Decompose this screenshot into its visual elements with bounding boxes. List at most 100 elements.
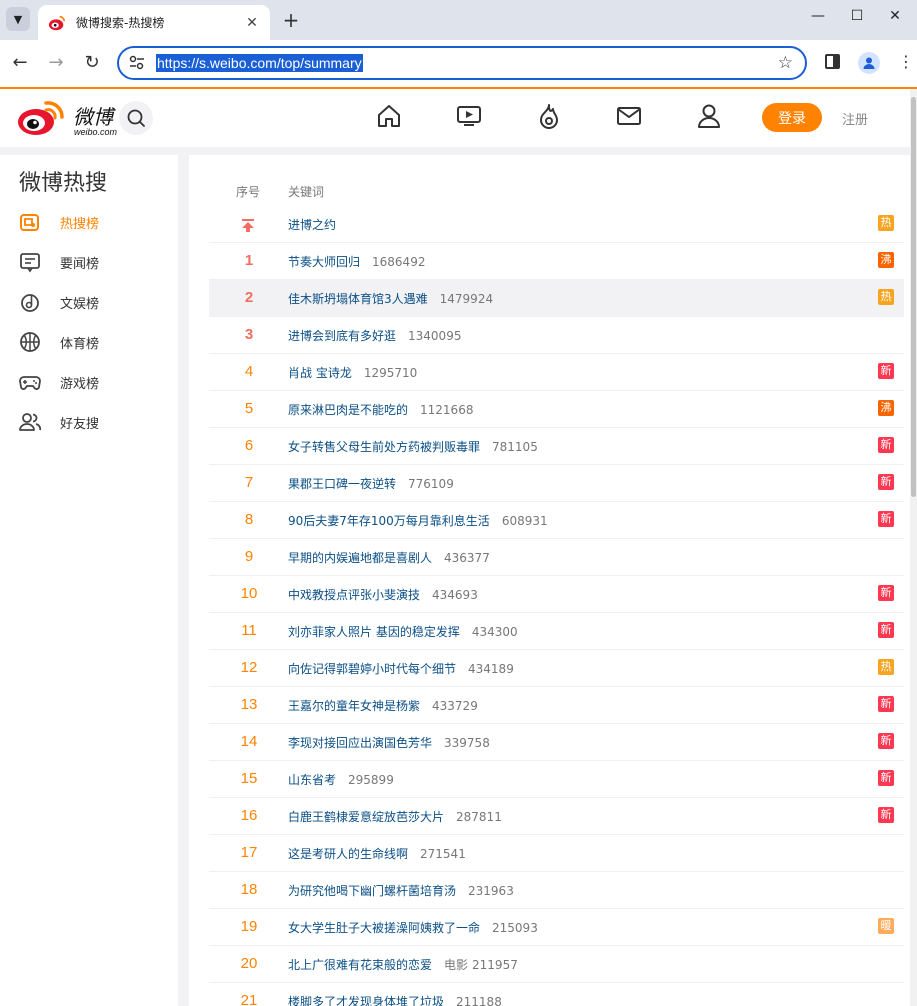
new-tab-button[interactable]: + bbox=[281, 8, 301, 32]
search-count: 211188 bbox=[456, 995, 502, 1006]
keyword-link[interactable]: 刘亦菲家人照片 基因的稳定发挥 bbox=[288, 625, 460, 639]
keyword-link[interactable]: 北上广很难有花束般的恋爱 bbox=[288, 958, 432, 972]
close-icon[interactable]: ✕ bbox=[244, 15, 260, 31]
bookmark-star-icon[interactable]: ☆ bbox=[778, 53, 793, 73]
keyword-cell: 早期的内娱遍地都是喜剧人 436377 bbox=[288, 549, 490, 566]
table-row[interactable]: 进博之约 热 bbox=[209, 206, 904, 243]
user-icon[interactable] bbox=[696, 103, 722, 129]
table-row[interactable]: 5 原来淋巴肉是不能吃的 1121668 沸 bbox=[209, 391, 904, 428]
keyword-cell: 肖战 宝诗龙 1295710 bbox=[288, 364, 417, 381]
rank-number: 6 bbox=[244, 437, 254, 454]
weibo-logo[interactable]: 微博 weibo.com bbox=[16, 97, 117, 139]
more-menu-icon[interactable]: ⋮ bbox=[898, 52, 914, 71]
maximize-icon[interactable]: ☐ bbox=[847, 8, 867, 24]
register-link[interactable]: 注册 bbox=[842, 109, 868, 128]
keyword-link[interactable]: 90后夫妻7年存100万每月靠利息生活 bbox=[288, 514, 490, 528]
keyword-link[interactable]: 李现对接回应出演国色芳华 bbox=[288, 736, 432, 750]
address-bar[interactable]: https://s.weibo.com/top/summary ☆ bbox=[117, 46, 807, 80]
keyword-link[interactable]: 肖战 宝诗龙 bbox=[288, 366, 352, 380]
keyword-cell: 进博会到底有多好逛 1340095 bbox=[288, 327, 461, 344]
keyword-link[interactable]: 原来淋巴肉是不能吃的 bbox=[288, 403, 408, 417]
keyword-link[interactable]: 楼脚多了才发现身体堆了垃圾 bbox=[288, 995, 444, 1006]
browser-tab[interactable]: 微博搜索-热搜榜 ✕ bbox=[38, 5, 270, 40]
page-scrollbar[interactable] bbox=[910, 89, 917, 1006]
table-row[interactable]: 20 北上广很难有花束般的恋爱 电影 211957 bbox=[209, 946, 904, 983]
rank-number: 12 bbox=[240, 659, 258, 676]
table-row[interactable]: 16 白鹿王鹤棣爱意绽放芭莎大片 287811 新 bbox=[209, 798, 904, 835]
keyword-link[interactable]: 向佐记得郭碧婷小时代每个细节 bbox=[288, 662, 456, 676]
search-count: 211957 bbox=[472, 958, 518, 972]
keyword-cell: 女子转售父母生前处方药被判贩毒罪 781105 bbox=[288, 438, 538, 455]
url-text[interactable]: https://s.weibo.com/top/summary bbox=[156, 54, 363, 72]
search-button[interactable] bbox=[119, 101, 153, 135]
keyword-cell: 向佐记得郭碧婷小时代每个细节 434189 bbox=[288, 660, 514, 677]
rank-number: 19 bbox=[240, 918, 258, 935]
sidebar-item-hot-search[interactable]: 热搜榜 bbox=[18, 208, 168, 236]
search-count: 1121668 bbox=[420, 403, 474, 417]
reload-icon[interactable]: ↻ bbox=[81, 52, 103, 73]
keyword-link[interactable]: 山东省考 bbox=[288, 773, 336, 787]
status-badge: 新 bbox=[878, 696, 894, 712]
keyword-cell: 李现对接回应出演国色芳华 339758 bbox=[288, 734, 490, 751]
table-row[interactable]: 14 李现对接回应出演国色芳华 339758 新 bbox=[209, 724, 904, 761]
keyword-link[interactable]: 果郡王口碑一夜逆转 bbox=[288, 477, 396, 491]
rank-number: 17 bbox=[240, 844, 258, 861]
table-row[interactable]: 12 向佐记得郭碧婷小时代每个细节 434189 热 bbox=[209, 650, 904, 687]
minimize-icon[interactable]: — bbox=[808, 8, 828, 24]
table-row[interactable]: 13 王嘉尔的童年女神是杨紫 433729 新 bbox=[209, 687, 904, 724]
tab-search-button[interactable]: ▼ bbox=[6, 7, 30, 31]
search-count: 1686492 bbox=[372, 255, 426, 269]
table-row[interactable]: 18 为研究他喝下幽门螺杆菌培育汤 231963 bbox=[209, 872, 904, 909]
status-badge: 新 bbox=[878, 585, 894, 601]
message-icon[interactable] bbox=[616, 103, 642, 129]
table-row[interactable]: 17 这是考研人的生命线啊 271541 bbox=[209, 835, 904, 872]
sidebar-item-news[interactable]: 要闻榜 bbox=[18, 248, 168, 276]
table-row[interactable]: 6 女子转售父母生前处方药被判贩毒罪 781105 新 bbox=[209, 428, 904, 465]
keyword-cell: 节奏大师回归 1686492 bbox=[288, 253, 425, 270]
sidebar-item-entertainment[interactable]: 文娱榜 bbox=[18, 288, 168, 316]
friends-icon bbox=[19, 413, 42, 431]
profile-avatar-icon[interactable] bbox=[858, 52, 880, 74]
keyword-link[interactable]: 佳木斯坍塌体育馆3人遇难 bbox=[288, 292, 428, 306]
search-count: 271541 bbox=[420, 847, 466, 861]
window-close-icon[interactable]: ✕ bbox=[885, 8, 905, 24]
table-row[interactable]: 10 中戏教授点评张小斐演技 434693 新 bbox=[209, 576, 904, 613]
table-row[interactable]: 4 肖战 宝诗龙 1295710 新 bbox=[209, 354, 904, 391]
sidebar-item-label: 热搜榜 bbox=[60, 216, 100, 232]
site-settings-icon[interactable] bbox=[128, 55, 146, 71]
video-icon[interactable] bbox=[456, 103, 482, 129]
keyword-link[interactable]: 白鹿王鹤棣爱意绽放芭莎大片 bbox=[288, 810, 444, 824]
sidebar-item-games[interactable]: 游戏榜 bbox=[18, 368, 168, 396]
table-row[interactable]: 19 女大学生肚子大被搓澡阿姨救了一命 215093 暖 bbox=[209, 909, 904, 946]
table-row[interactable]: 15 山东省考 295899 新 bbox=[209, 761, 904, 798]
keyword-link[interactable]: 这是考研人的生命线啊 bbox=[288, 847, 408, 861]
keyword-link[interactable]: 早期的内娱遍地都是喜剧人 bbox=[288, 551, 432, 565]
keyword-link[interactable]: 进博会到底有多好逛 bbox=[288, 329, 396, 343]
table-row[interactable]: 8 90后夫妻7年存100万每月靠利息生活 608931 新 bbox=[209, 502, 904, 539]
forward-arrow-icon[interactable]: → bbox=[45, 52, 67, 73]
keyword-link[interactable]: 女子转售父母生前处方药被判贩毒罪 bbox=[288, 440, 480, 454]
sidebar-item-friends[interactable]: 好友搜 bbox=[18, 408, 168, 436]
table-row[interactable]: 7 果郡王口碑一夜逆转 776109 新 bbox=[209, 465, 904, 502]
side-panel-icon[interactable] bbox=[825, 54, 840, 69]
keyword-link[interactable]: 进博之约 bbox=[288, 218, 336, 232]
back-arrow-icon[interactable]: ← bbox=[9, 52, 31, 73]
sidebar-item-sports[interactable]: 体育榜 bbox=[18, 328, 168, 356]
keyword-link[interactable]: 节奏大师回归 bbox=[288, 255, 360, 269]
scrollbar-thumb[interactable] bbox=[911, 97, 916, 497]
table-row[interactable]: 21 楼脚多了才发现身体堆了垃圾 211188 bbox=[209, 983, 904, 1006]
home-icon[interactable] bbox=[376, 103, 402, 129]
search-count: 1340095 bbox=[408, 329, 462, 343]
hot-flame-icon[interactable] bbox=[536, 103, 562, 129]
keyword-link[interactable]: 中戏教授点评张小斐演技 bbox=[288, 588, 420, 602]
table-row[interactable]: 11 刘亦菲家人照片 基因的稳定发挥 434300 新 bbox=[209, 613, 904, 650]
keyword-link[interactable]: 为研究他喝下幽门螺杆菌培育汤 bbox=[288, 884, 456, 898]
sidebar-item-label: 游戏榜 bbox=[60, 376, 100, 392]
login-button[interactable]: 登录 bbox=[762, 103, 822, 132]
table-row[interactable]: 9 早期的内娱遍地都是喜剧人 436377 bbox=[209, 539, 904, 576]
keyword-link[interactable]: 王嘉尔的童年女神是杨紫 bbox=[288, 699, 420, 713]
table-row[interactable]: 3 进博会到底有多好逛 1340095 bbox=[209, 317, 904, 354]
table-row[interactable]: 2 佳木斯坍塌体育馆3人遇难 1479924 热 bbox=[209, 280, 904, 317]
table-row[interactable]: 1 节奏大师回归 1686492 沸 bbox=[209, 243, 904, 280]
keyword-link[interactable]: 女大学生肚子大被搓澡阿姨救了一命 bbox=[288, 921, 480, 935]
